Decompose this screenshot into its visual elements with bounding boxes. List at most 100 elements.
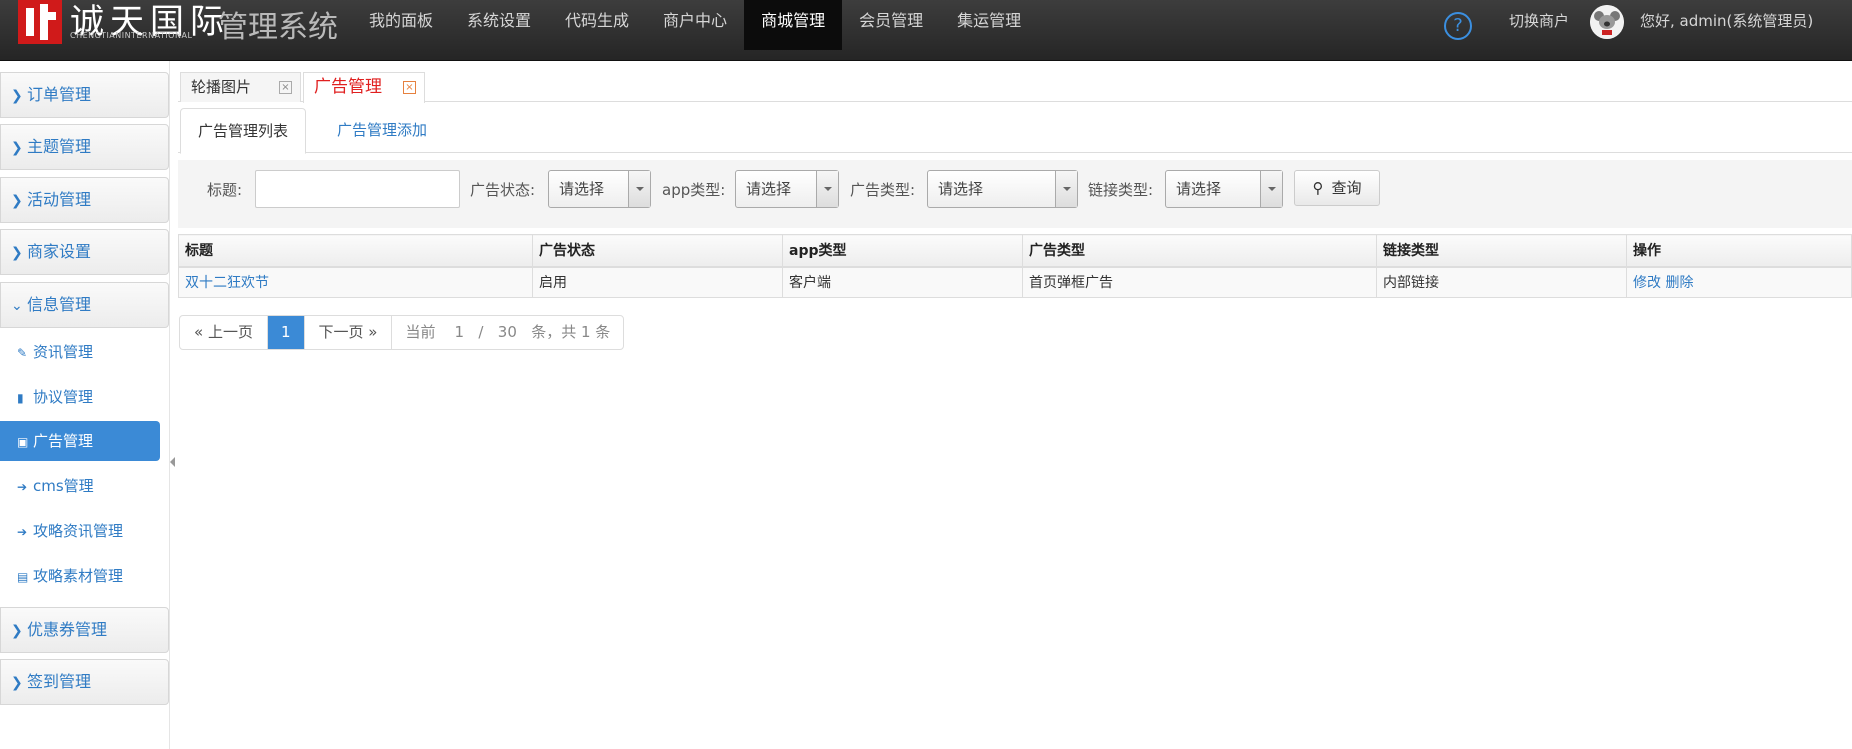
- cell-ad-type: 首页弹框广告: [1022, 266, 1377, 298]
- sidebar-item-ads[interactable]: ▣ 广告管理: [0, 421, 160, 461]
- sidebar-item-label: 攻略素材管理: [33, 567, 124, 585]
- cell-status: 启用: [532, 266, 783, 298]
- ad-title-link[interactable]: 双十二狂欢节: [185, 275, 269, 291]
- query-button[interactable]: ⚲ 查询: [1294, 170, 1380, 206]
- ad-status-select[interactable]: 请选择: [548, 170, 651, 208]
- arrow-circle-right-icon: ➔: [17, 525, 28, 539]
- nav-dashboard[interactable]: 我的面板: [352, 0, 450, 50]
- sidebar-item-cms[interactable]: ➔ cms管理: [0, 466, 160, 506]
- search-form: 标题: 广告状态: 请选择 app类型: 请选择 广告类型: 请选择 链接类型:…: [178, 160, 1852, 228]
- chevron-down-icon: [1055, 171, 1077, 207]
- page-info-suffix: 条，共 1 条: [531, 323, 611, 341]
- title-input[interactable]: [255, 170, 460, 208]
- app-type-select[interactable]: 请选择: [735, 170, 839, 208]
- page-info: 当前 1 / 30 条，共 1 条: [392, 316, 623, 349]
- page-info-separator: /: [478, 323, 484, 341]
- sidebar-group-activities[interactable]: ❯ 活动管理: [0, 177, 169, 223]
- sidebar-group-checkin[interactable]: ❯ 签到管理: [0, 659, 169, 705]
- link-type-label: 链接类型:: [1088, 181, 1154, 199]
- sidebar-group-orders[interactable]: ❯ 订单管理: [0, 72, 169, 118]
- page-info-current[interactable]: 1: [455, 323, 465, 341]
- link-type-select[interactable]: 请选择: [1165, 170, 1283, 208]
- sidebar-collapse-handle[interactable]: [170, 452, 176, 472]
- page-1-button[interactable]: 1: [267, 316, 305, 349]
- system-title: 管理系统: [218, 10, 338, 45]
- nav-merchant-center[interactable]: 商户中心: [646, 0, 744, 50]
- chevron-down-icon: [628, 171, 650, 207]
- switch-merchant-link[interactable]: 切换商户: [1509, 10, 1569, 31]
- col-title: 标题: [178, 234, 533, 268]
- chevron-right-icon: ❯: [11, 245, 23, 261]
- sub-tabs: 广告管理列表 广告管理添加: [178, 108, 1852, 154]
- sidebar-item-guide-news[interactable]: ➔ 攻略资讯管理: [0, 511, 160, 551]
- search-icon: ⚲: [1312, 179, 1324, 197]
- nav-member-management[interactable]: 会员管理: [842, 0, 940, 50]
- book-icon: ▤: [17, 570, 29, 584]
- ad-status-label: 广告状态:: [470, 181, 536, 199]
- top-navbar: 诚天国际 CHENGTIANINTERNATIONAL 管理系统 我的面板 系统…: [0, 0, 1852, 61]
- close-icon[interactable]: ×: [403, 81, 416, 94]
- tab-carousel-images[interactable]: 轮播图片 ×: [180, 72, 301, 102]
- col-link-type: 链接类型: [1376, 234, 1627, 268]
- sidebar-item-guide-materials[interactable]: ▤ 攻略素材管理: [0, 556, 160, 596]
- next-page-button[interactable]: 下一页 »: [305, 316, 393, 349]
- tab-label: 轮播图片: [191, 78, 252, 96]
- nav-system-settings[interactable]: 系统设置: [450, 0, 548, 50]
- select-value: 请选择: [559, 180, 605, 198]
- table-row: 双十二狂欢节 启用 客户端 首页弹框广告 内部链接 修改 删除: [178, 266, 1852, 298]
- nav-consolidation-management[interactable]: 集运管理: [940, 0, 1038, 50]
- chevron-right-icon: ❯: [11, 140, 23, 156]
- col-actions: 操作: [1626, 234, 1852, 268]
- app-type-label: app类型:: [662, 181, 726, 199]
- koala-avatar-icon: [1590, 5, 1624, 39]
- ad-table: 标题 广告状态 app类型 广告类型 链接类型 操作 双十二狂欢节 启用 客户端…: [178, 234, 1852, 298]
- select-value: 请选择: [1176, 180, 1222, 198]
- pagination: « 上一页 1 下一页 » 当前 1 / 30 条，共 1 条: [179, 315, 625, 350]
- sidebar-item-agreements[interactable]: ▮ 协议管理: [0, 377, 160, 417]
- chevron-right-icon: ❯: [11, 675, 23, 691]
- sidebar-group-info-management[interactable]: ⌄ 信息管理: [0, 282, 169, 328]
- table-header-row: 标题 广告状态 app类型 广告类型 链接类型 操作: [178, 234, 1852, 268]
- sidebar-group-merchant-settings[interactable]: ❯ 商家设置: [0, 229, 169, 275]
- arrow-circle-right-icon: ➔: [17, 480, 28, 494]
- sidebar-item-label: 攻略资讯管理: [33, 522, 124, 540]
- subtab-ad-add[interactable]: 广告管理添加: [320, 108, 444, 154]
- cell-link-type: 内部链接: [1376, 266, 1627, 298]
- avatar[interactable]: [1590, 5, 1624, 39]
- sidebar-group-themes[interactable]: ❯ 主题管理: [0, 124, 169, 170]
- image-icon: ▣: [17, 435, 29, 449]
- select-value: 请选择: [938, 180, 984, 198]
- tab-ad-management[interactable]: 广告管理 ×: [303, 72, 425, 103]
- sidebar-group-coupons[interactable]: ❯ 优惠券管理: [0, 607, 169, 653]
- cell-app-type: 客户端: [782, 266, 1023, 298]
- ad-type-select[interactable]: 请选择: [927, 170, 1078, 208]
- chevron-down-icon: [816, 171, 838, 207]
- ad-type-label: 广告类型:: [850, 181, 916, 199]
- sidebar: ❯ 订单管理 ❯ 主题管理 ❯ 活动管理 ❯ 商家设置 ⌄ 信息管理 ✎ 资讯管理 ▮ 协议管…: [0, 61, 170, 749]
- sidebar-item-label: cms管理: [33, 477, 94, 495]
- col-ad-status: 广告状态: [532, 234, 783, 268]
- nav-code-gen[interactable]: 代码生成: [548, 0, 646, 50]
- close-icon[interactable]: ×: [279, 81, 292, 94]
- nav-mall-management[interactable]: 商城管理: [744, 0, 843, 50]
- edit-link[interactable]: 修改: [1633, 275, 1661, 291]
- prev-page-button[interactable]: « 上一页: [180, 316, 268, 349]
- sidebar-group-label: 信息管理: [27, 295, 92, 314]
- help-icon[interactable]: ?: [1444, 12, 1472, 40]
- sidebar-item-label: 资讯管理: [33, 343, 94, 361]
- subtab-ad-list[interactable]: 广告管理列表: [180, 108, 307, 154]
- user-greeting[interactable]: 您好, admin(系统管理员): [1640, 10, 1813, 31]
- sidebar-group-label: 活动管理: [27, 190, 92, 209]
- delete-link[interactable]: 删除: [1665, 275, 1693, 291]
- chevron-down-icon: [1260, 171, 1282, 207]
- cell-title: 双十二狂欢节: [178, 266, 533, 298]
- page-tabs: 轮播图片 × 广告管理 ×: [178, 70, 1852, 103]
- chevron-down-icon: ⌄: [11, 298, 23, 314]
- main-nav: 我的面板 系统设置 代码生成 商户中心 商城管理 会员管理 集运管理: [352, 0, 1038, 50]
- sidebar-item-news[interactable]: ✎ 资讯管理: [0, 332, 160, 372]
- logo-subtitle: CHENGTIANINTERNATIONAL: [70, 31, 193, 40]
- company-logo-icon: [18, 0, 62, 44]
- page-size-input[interactable]: 30: [498, 323, 517, 341]
- sidebar-group-label: 商家设置: [27, 242, 92, 261]
- sidebar-group-label: 主题管理: [27, 137, 92, 156]
